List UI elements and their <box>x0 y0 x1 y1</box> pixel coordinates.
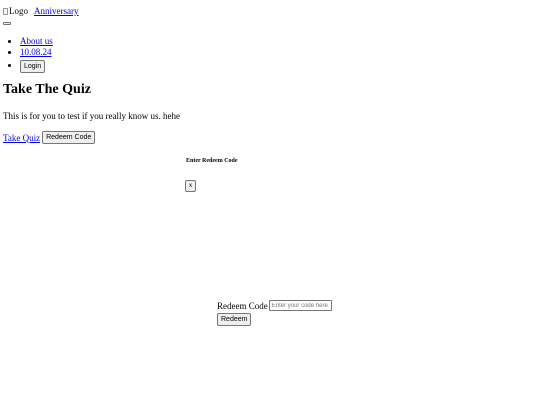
page-subtitle: This is for you to test if you really kn… <box>3 111 180 121</box>
redeem-form: Redeem Code Redeem <box>217 300 332 326</box>
logo[interactable]: Logo <box>3 6 28 16</box>
redeem-line: Redeem Code <box>217 300 332 311</box>
redeem-submit-button[interactable]: Redeem <box>217 313 252 326</box>
redeem-code-button[interactable]: Redeem Code <box>42 131 96 144</box>
nav-link-date[interactable]: 10.08.24 <box>20 47 52 57</box>
page-title: Take The Quiz <box>3 82 91 97</box>
close-modal-button[interactable]: x <box>185 180 196 192</box>
broken-image-icon <box>3 7 8 15</box>
nav-list: About us 10.08.24 Login <box>3 36 53 73</box>
site-header: Logo Anniversary <box>3 4 79 18</box>
take-quiz-link[interactable]: Take Quiz <box>3 133 40 143</box>
menu-toggle-button[interactable] <box>3 22 11 25</box>
quiz-actions: Take Quiz Redeem Code <box>3 131 96 144</box>
nav-link-about-us[interactable]: About us <box>20 36 53 46</box>
modal-title: Enter Redeem Code <box>186 158 238 164</box>
nav-item-login: Login <box>20 58 53 73</box>
brand-link[interactable]: Anniversary <box>34 6 79 16</box>
redeem-code-label: Redeem Code <box>217 300 268 311</box>
redeem-code-input[interactable] <box>268 300 332 311</box>
logo-alt-text: Logo <box>9 6 28 16</box>
nav-item-date: 10.08.24 <box>20 47 53 58</box>
nav-item-about-us: About us <box>20 36 53 47</box>
login-button[interactable]: Login <box>20 60 46 73</box>
